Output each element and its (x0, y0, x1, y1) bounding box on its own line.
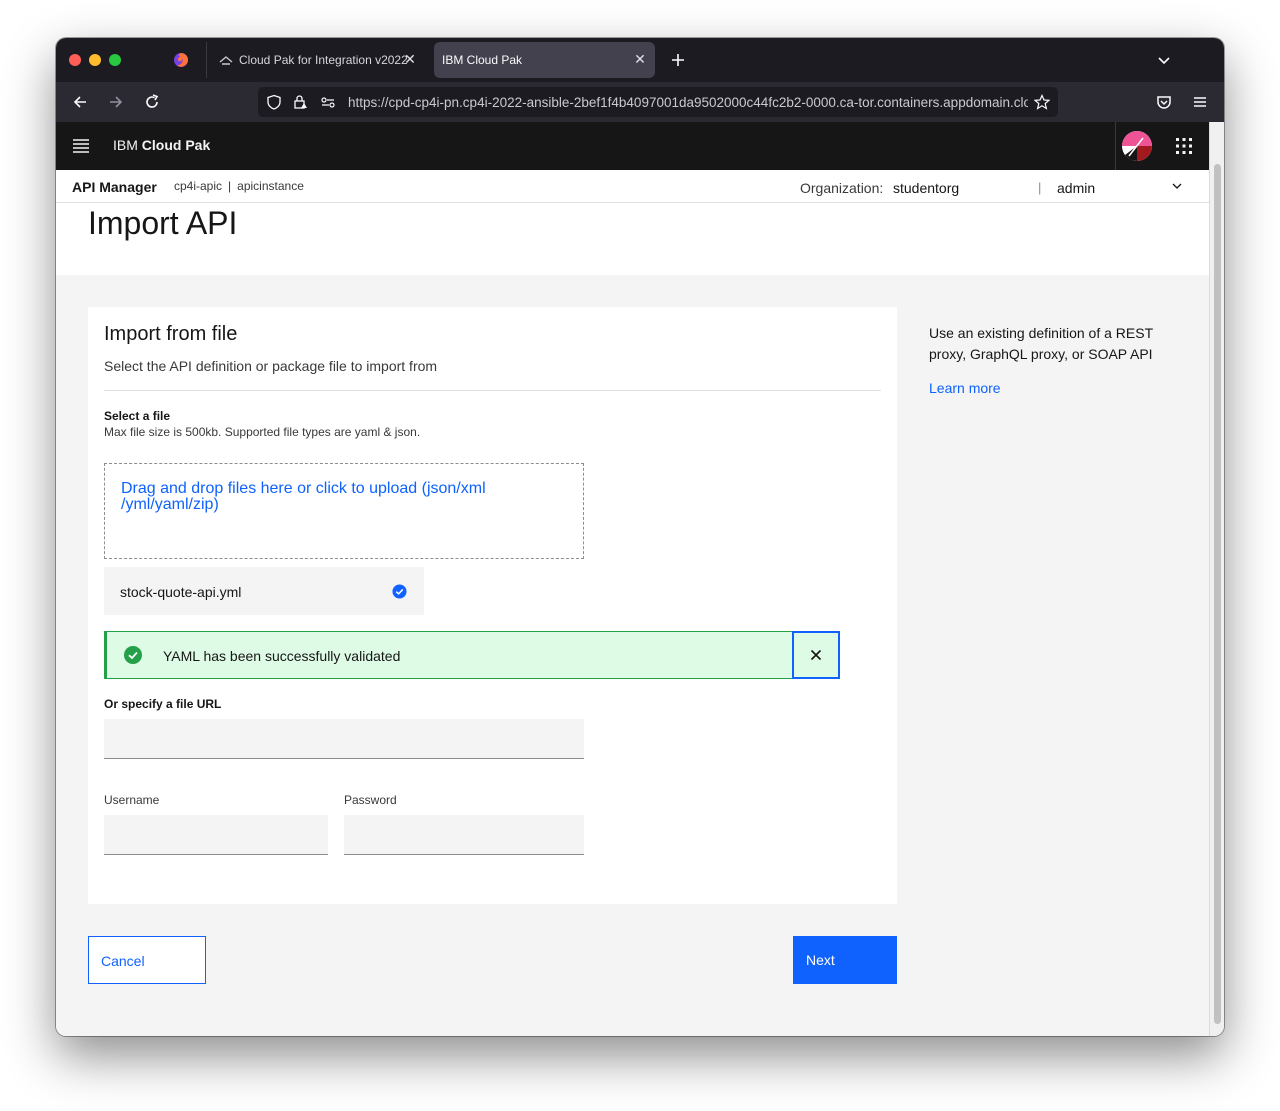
lock-warning-icon[interactable] (292, 94, 308, 110)
hamburger-menu-icon[interactable] (72, 138, 90, 154)
password-label: Password (344, 793, 397, 807)
header-separator: | (1038, 180, 1042, 195)
permissions-icon[interactable] (320, 94, 336, 110)
brand-name: Cloud Pak (141, 137, 211, 153)
header-divider (1115, 122, 1116, 170)
shield-icon[interactable] (266, 94, 282, 110)
close-icon[interactable] (808, 647, 824, 663)
avatar[interactable] (1121, 130, 1153, 162)
file-name: stock-quote-api.yml (120, 584, 242, 600)
api-manager-title[interactable]: API Manager (72, 179, 157, 195)
pocket-icon[interactable] (1154, 92, 1174, 112)
cancel-button-label: Cancel (101, 953, 145, 969)
browser-nav-bar: https://cpd-cp4i-pn.cp4i-2022-ansible-2b… (56, 82, 1224, 122)
success-notification: YAML has been successfully validated (104, 631, 840, 679)
tab-title: IBM Cloud Pak (442, 53, 523, 67)
url-text: https://cpd-cp4i-pn.cp4i-2022-ansible-2b… (348, 95, 1028, 110)
bookmark-star-icon[interactable] (1034, 94, 1050, 110)
minimize-window-button[interactable] (89, 54, 101, 66)
organization-label: Organization: (800, 180, 884, 196)
tab-ibm-cloud-pak[interactable]: IBM Cloud Pak ✕ (434, 42, 655, 78)
back-icon[interactable] (70, 92, 90, 112)
learn-more-link[interactable]: Learn more (929, 380, 1001, 396)
chevron-down-icon[interactable] (1156, 52, 1172, 68)
file-dropzone[interactable]: Drag and drop files here or click to upl… (104, 463, 584, 559)
main-content: Import API Import from file Select the A… (56, 203, 1209, 1036)
close-tab-icon[interactable]: ✕ (403, 52, 417, 66)
user-menu[interactable]: admin (1057, 180, 1095, 196)
breadcrumb-namespace: cp4i-apic (174, 179, 223, 193)
side-description: Use an existing definition of a REST pro… (929, 325, 1153, 362)
checkmark-filled-icon (392, 584, 407, 599)
tab-cloud-pak-integration[interactable]: Cloud Pak for Integration v2022 ✕ (206, 42, 425, 78)
divider (104, 390, 881, 391)
password-input[interactable] (344, 815, 584, 855)
browser-tab-strip: Cloud Pak for Integration v2022 ✕ IBM Cl… (56, 38, 1224, 82)
app-header: IBM Cloud Pak (56, 122, 1209, 170)
card-subtitle: Select the API definition or package fil… (104, 358, 438, 374)
next-button[interactable]: Next (793, 936, 897, 984)
brand[interactable]: IBM Cloud Pak (113, 137, 210, 153)
breadcrumb-separator: | (228, 179, 232, 193)
select-file-label: Select a file (104, 409, 171, 423)
file-url-input[interactable] (104, 719, 584, 759)
maximize-window-button[interactable] (109, 54, 121, 66)
tab-title: Cloud Pak for Integration v2022 (239, 53, 407, 67)
forward-icon[interactable] (106, 92, 126, 112)
card-title: Import from file (104, 323, 238, 345)
scrollbar-thumb[interactable] (1214, 164, 1221, 1024)
page-title: Import API (88, 205, 238, 241)
breadcrumb-instance: apicinstance (237, 179, 304, 193)
next-button-label: Next (806, 952, 835, 968)
sub-header: API Manager cp4i-apic | apicinstance Organ… (56, 170, 1209, 203)
new-tab-icon[interactable] (668, 50, 688, 70)
username-input[interactable] (104, 815, 328, 855)
uploaded-file: stock-quote-api.yml (104, 567, 424, 615)
username-label: Username (104, 793, 160, 807)
firefox-icon[interactable] (173, 52, 189, 68)
address-bar[interactable]: https://cpd-cp4i-pn.cp4i-2022-ansible-2b… (258, 87, 1058, 117)
success-check-icon (124, 646, 142, 664)
chevron-down-icon[interactable] (1171, 180, 1183, 192)
file-url-label: Or specify a file URL (104, 697, 222, 711)
browser-window: Cloud Pak for Integration v2022 ✕ IBM Cl… (56, 38, 1224, 1036)
menu-icon[interactable] (1190, 92, 1210, 112)
integration-icon (219, 56, 233, 65)
breadcrumb: cp4i-apic | apicinstance (174, 179, 304, 193)
close-tab-icon[interactable]: ✕ (633, 52, 647, 66)
dropzone-text[interactable]: Drag and drop files here or click to upl… (121, 481, 541, 513)
notification-text: YAML has been successfully validated (163, 648, 401, 664)
import-card: Import from file Select the API definiti… (88, 307, 897, 904)
select-file-helper: Max file size is 500kb. Supported file t… (104, 425, 421, 439)
brand-prefix: IBM (113, 137, 138, 153)
app-switcher-icon[interactable] (1175, 137, 1193, 155)
close-window-button[interactable] (69, 54, 81, 66)
page-title-bar: Import API (56, 203, 1209, 275)
scrollbar[interactable] (1209, 122, 1224, 1036)
organization-selector[interactable]: studentorg (893, 180, 959, 196)
reload-icon[interactable] (142, 92, 162, 112)
close-notification-button[interactable] (792, 631, 840, 679)
cancel-button[interactable]: Cancel (88, 936, 206, 984)
